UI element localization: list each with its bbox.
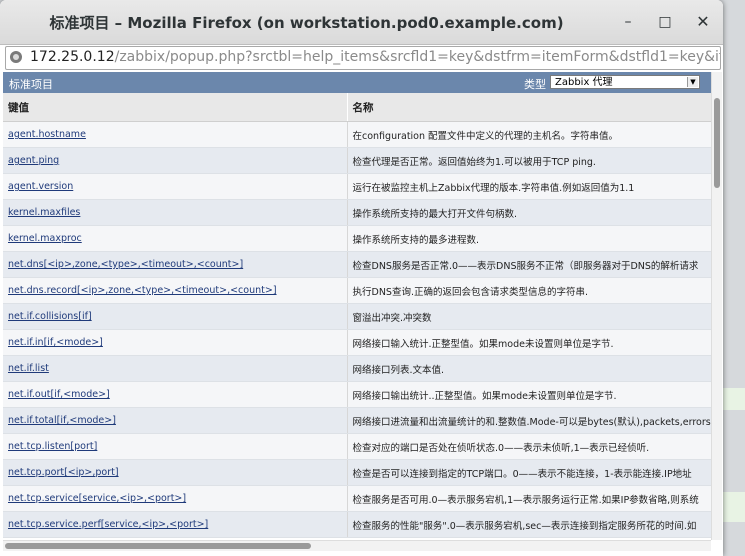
item-description: 检查服务的性能"服务".0—表示服务宕机,sec—表示连接到指定服务所花的时间.…: [347, 511, 711, 538]
url-bar[interactable]: 172.25.0.12/zabbix/popup.php?srctbl=help…: [5, 46, 721, 70]
item-description: 检查代理是否正常。返回值始终为1.可以被用于TCP ping.: [347, 147, 711, 174]
item-key-link[interactable]: net.if.out[if,<mode>]: [3, 381, 348, 408]
item-key-link[interactable]: net.dns.record[<ip>,zone,<type>,<timeout…: [3, 277, 348, 304]
items-table: 键值 名称 agent.hostname 在configuration 配置文件中…: [3, 93, 711, 538]
table-header-row: 键值 名称: [3, 93, 711, 122]
item-description: 网络接口列表.文本值.: [347, 355, 711, 382]
type-select-value: Zabbix 代理: [555, 77, 613, 88]
table-row: net.if.collisions[if] 窗溢出冲突.冲突数: [3, 303, 711, 330]
type-select[interactable]: Zabbix 代理 ▼: [550, 75, 700, 89]
item-key-link[interactable]: net.tcp.service[service,<ip>,<port>]: [3, 485, 348, 512]
url-path: /zabbix/popup.php?srctbl=help_items&srcf…: [114, 49, 721, 65]
horizontal-scrollbar-thumb[interactable]: [5, 543, 311, 549]
item-description: 检查服务是否可用.0—表示服务宕机,1—表示服务运行正常.如果IP参数省略,则系…: [347, 485, 711, 512]
item-key-link[interactable]: net.if.total[if,<mode>]: [3, 407, 348, 434]
horizontal-scrollbar[interactable]: [3, 540, 711, 551]
item-description: 网络接口输出统计..正整型值。如果mode未设置则单位是字节.: [347, 381, 711, 408]
column-header-name[interactable]: 名称: [347, 93, 711, 122]
item-description: 操作系统所支持的最多进程数.: [347, 225, 711, 252]
item-description: 运行在被监控主机上Zabbix代理的版本.字符串值.例如返回值为1.1: [347, 173, 711, 200]
item-key-link[interactable]: kernel.maxproc: [3, 225, 348, 252]
table-row: kernel.maxfiles 操作系统所支持的最大打开文件句柄数.: [3, 199, 711, 226]
table-row: kernel.maxproc 操作系统所支持的最多进程数.: [3, 225, 711, 252]
item-key-link[interactable]: net.tcp.port[<ip>,port]: [3, 459, 348, 486]
item-key-link[interactable]: net.if.in[if,<mode>]: [3, 329, 348, 356]
page-title: 标准项目: [9, 78, 53, 91]
item-description: 检查DNS服务是否正常.0——表示DNS服务不正常（即服务器对于DNS的解析请求: [347, 251, 711, 278]
table-row: agent.ping 检查代理是否正常。返回值始终为1.可以被用于TCP ping…: [3, 147, 711, 174]
vertical-scrollbar-thumb[interactable]: [714, 98, 720, 188]
globe-icon: [10, 51, 22, 63]
url-host: 172.25.0.12: [30, 49, 115, 65]
item-description: 窗溢出冲突.冲突数: [347, 303, 711, 330]
window-titlebar[interactable]: 标准项目 – Mozilla Firefox (on workstation.p…: [0, 0, 723, 45]
firefox-popup-window: 标准项目 – Mozilla Firefox (on workstation.p…: [0, 0, 723, 556]
table-row: net.if.list 网络接口列表.文本值.: [3, 355, 711, 382]
item-key-link[interactable]: agent.version: [3, 173, 348, 200]
table-row: net.if.total[if,<mode>] 网络接口进流量和出流量统计的和.整…: [3, 407, 711, 434]
table-row: net.if.in[if,<mode>] 网络接口输入统计.正整型值。如果mode…: [3, 329, 711, 356]
page-content: 标准项目 类型 Zabbix 代理 ▼ 键值 名称 agent.hostname…: [3, 72, 711, 540]
type-label: 类型: [524, 78, 546, 91]
close-button[interactable]: ✕: [693, 12, 713, 32]
table-row: agent.version 运行在被监控主机上Zabbix代理的版本.字符串值.例…: [3, 173, 711, 200]
item-key-link[interactable]: agent.hostname: [3, 121, 348, 148]
table-row: net.tcp.port[<ip>,port] 检查是否可以连接到指定的TCP端口…: [3, 459, 711, 486]
table-row: agent.hostname 在configuration 配置文件中定义的代理的…: [3, 121, 711, 148]
table-row: net.tcp.listen[port] 检查对应的端口是否处在侦听状态.0——表…: [3, 433, 711, 460]
background-window-strip: [723, 492, 745, 522]
url-text: 172.25.0.12/zabbix/popup.php?srctbl=help…: [30, 49, 721, 65]
item-description: 网络接口进流量和出流量统计的和.整数值.Mode-可以是bytes(默认),pa…: [347, 407, 711, 434]
table-row: net.dns.record[<ip>,zone,<type>,<timeout…: [3, 277, 711, 304]
table-row: net.tcp.service.perf[service,<ip>,<port>…: [3, 511, 711, 538]
item-description: 执行DNS查询.正确的返回会包含请求类型信息的字符串.: [347, 277, 711, 304]
item-key-link[interactable]: agent.ping: [3, 147, 348, 174]
item-description: 操作系统所支持的最大打开文件句柄数.: [347, 199, 711, 226]
vertical-scrollbar[interactable]: [711, 72, 722, 540]
popup-header: 标准项目 类型 Zabbix 代理 ▼: [3, 72, 711, 93]
item-key-link[interactable]: net.tcp.listen[port]: [3, 433, 348, 460]
background-window-strip: [723, 388, 745, 410]
item-description: 检查对应的端口是否处在侦听状态.0——表示未侦听,1—表示已经侦听.: [347, 433, 711, 460]
item-description: 在configuration 配置文件中定义的代理的主机名。字符串值。: [347, 121, 711, 148]
table-row: net.if.out[if,<mode>] 网络接口输出统计..正整型值。如果mo…: [3, 381, 711, 408]
minimize-button[interactable]: –: [618, 12, 638, 32]
item-key-link[interactable]: net.if.collisions[if]: [3, 303, 348, 330]
column-header-key[interactable]: 键值: [3, 93, 348, 122]
item-key-link[interactable]: net.if.list: [3, 355, 348, 382]
item-key-link[interactable]: net.dns[<ip>,zone,<type>,<timeout>,<coun…: [3, 251, 348, 278]
item-key-link[interactable]: kernel.maxfiles: [3, 199, 348, 226]
item-key-link[interactable]: net.tcp.service.perf[service,<ip>,<port>…: [3, 511, 348, 538]
item-description: 网络接口输入统计.正整型值。如果mode未设置则单位是字节.: [347, 329, 711, 356]
table-row: net.dns[<ip>,zone,<type>,<timeout>,<coun…: [3, 251, 711, 278]
maximize-button[interactable]: □: [655, 12, 675, 32]
window-title: 标准项目 – Mozilla Firefox (on workstation.p…: [49, 14, 564, 32]
item-description: 检查是否可以连接到指定的TCP端口。0——表示不能连接，1-表示能连接.IP地址: [347, 459, 711, 486]
chevron-down-icon[interactable]: ▼: [687, 77, 698, 87]
table-row: net.tcp.service[service,<ip>,<port>] 检查服务…: [3, 485, 711, 512]
